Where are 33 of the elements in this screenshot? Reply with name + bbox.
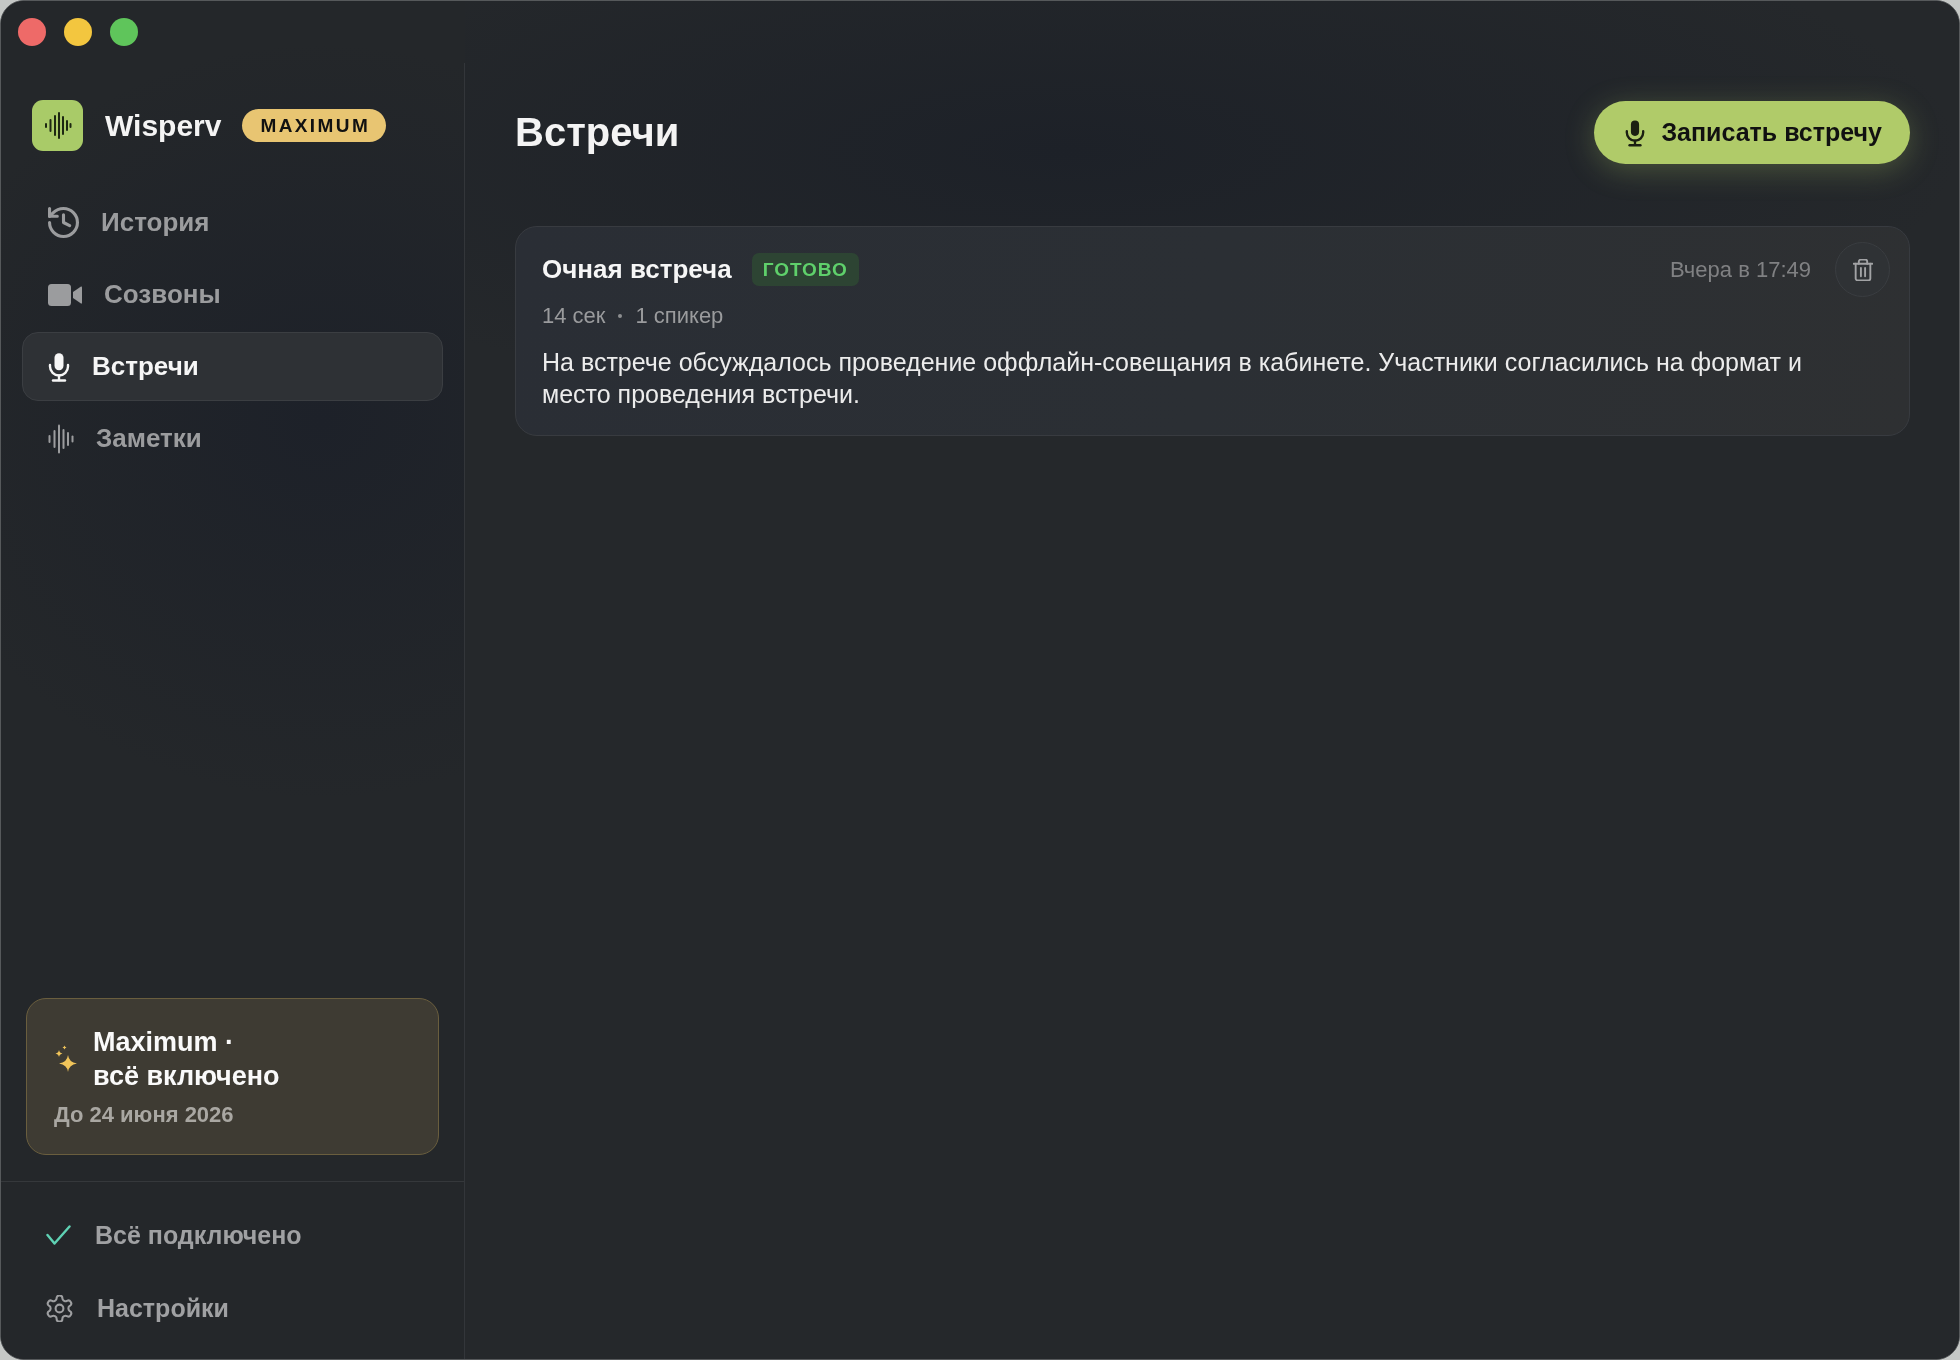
settings-button[interactable]: Настройки bbox=[22, 1277, 443, 1339]
plan-title: Maximum · всё включено bbox=[93, 1026, 280, 1093]
sidebar-item[interactable]: Созвоны bbox=[22, 260, 443, 329]
microphone-icon bbox=[48, 351, 70, 382]
meeting-meta: 1 спикер bbox=[635, 303, 724, 329]
microphone-icon bbox=[1625, 118, 1646, 147]
video-camera-icon bbox=[48, 283, 82, 306]
page-title: Встречи bbox=[515, 110, 680, 155]
meeting-meta: 14 сек bbox=[542, 303, 606, 329]
record-meeting-button[interactable]: Записать встречу bbox=[1594, 101, 1910, 164]
settings-icon bbox=[46, 1294, 73, 1322]
plan-expiry: До 24 июня 2026 bbox=[54, 1101, 235, 1129]
minimize-button[interactable] bbox=[64, 18, 92, 46]
meeting-time: Вчера в 17:49 bbox=[1669, 256, 1811, 283]
history-icon bbox=[48, 207, 79, 238]
waveform-icon bbox=[48, 423, 74, 454]
status-badge: ГОТОВО bbox=[751, 253, 859, 286]
sidebar-item[interactable]: Встречи bbox=[22, 332, 443, 401]
sidebar-item[interactable]: История bbox=[22, 188, 443, 257]
waveform-logo-icon bbox=[32, 100, 83, 151]
trash-icon bbox=[1852, 258, 1873, 281]
zoom-button[interactable] bbox=[110, 18, 138, 46]
checkmark-icon bbox=[46, 1225, 71, 1245]
close-button[interactable] bbox=[18, 18, 46, 46]
meeting-summary: На встрече обсуждалось проведение оффлайн-совещания в кабинете. Участники согласились на формат и место проведения встречи. bbox=[542, 347, 1803, 410]
sparkles-icon bbox=[54, 1045, 78, 1073]
middle-dot-icon bbox=[618, 314, 623, 318]
connection-status: Всё подключено bbox=[95, 1220, 302, 1250]
plan-badge: MAXIMUM bbox=[242, 109, 387, 142]
meeting-card[interactable]: Очная встреча ГОТОВО Вчера в 17:49 14 сек 1 спикер На встрече обсуждалось проведение оффлайн-совещания в кабинете. Участники согласились на формат и место проведения встречи. bbox=[515, 226, 1910, 436]
sidebar-item[interactable]: Заметки bbox=[22, 404, 443, 473]
meeting-title: Очная встреча bbox=[542, 254, 732, 285]
app-name: Wisperv bbox=[105, 108, 222, 143]
